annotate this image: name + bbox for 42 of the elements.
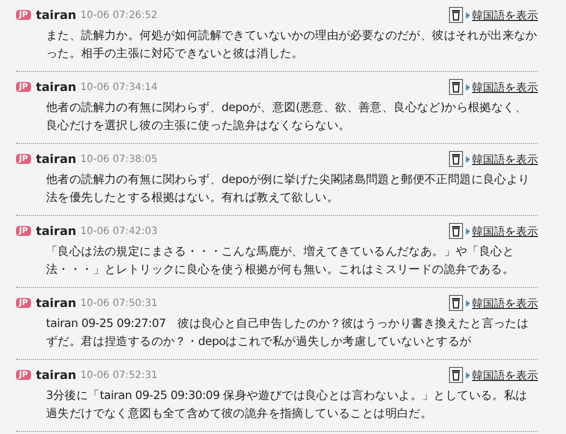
author-name: tairan [36,368,76,382]
arrow-icon [466,228,470,234]
trash-icon[interactable] [449,79,463,95]
language-badge: JP [16,298,31,308]
comment-text: 「良心は法の規定にまさる・・・こんな馬鹿が、増えてきているんだなあ。」や「良心と法・・・」とレトリックに良心を使う根拠が何も無い。これはミスリードの詭弁である。 [46,243,516,278]
author-name: tairan [36,80,76,94]
trash-icon[interactable] [449,295,463,311]
arrow-icon [466,12,470,18]
show-korean-link[interactable]: 韓国語を表示 [472,368,538,382]
timestamp: 10-06 07:34:14 [80,82,158,92]
arrow-icon [466,372,470,378]
timestamp: 10-06 07:38:05 [80,154,158,164]
timestamp: 10-06 07:26:52 [80,10,158,20]
arrow-icon [466,156,470,162]
timestamp: 10-06 07:52:31 [80,370,158,380]
arrow-icon [466,300,470,306]
arrow-icon [466,84,470,90]
comment-text: 3分後に「tairan 09-25 09:30:09 保身や遊びでは良心とは言わないよ。」としている。私は過失だけでなく意図も全て含めて彼の詭弁を指摘していることは明白だ。 [46,387,528,422]
timestamp: 10-06 07:50:31 [80,298,158,308]
language-badge: JP [16,10,31,20]
comment-text: 他者の読解力の有無に関わらず、depoが、意図(悪意、欲、善意、良心など)から根拠なく、良心だけを選択し彼の主張に使った詭弁はなくならない。 [46,99,528,134]
comment-text: また、読解力か。何処が如何読解できていないかの理由が必要なのだが、彼はそれが出来なかった。相手の主張に対応できないと彼は消した。 [46,27,538,62]
author-name: tairan [36,296,76,310]
language-badge: JP [16,154,31,164]
trash-icon[interactable] [449,223,463,239]
language-badge: JP [16,82,31,92]
comment-text: 他者の読解力の有無に関わらず、depoが例に挙げた尖閣諸島問題と郵便不正問題に良心より法を優先したとする根拠はない。有れば教えて欲しい。 [46,171,531,206]
trash-icon[interactable] [449,7,463,23]
show-korean-link[interactable]: 韓国語を表示 [472,296,538,310]
show-korean-link[interactable]: 韓国語を表示 [472,80,538,94]
author-name: tairan [36,8,76,22]
comment-text: tairan 09-25 09:27:07 彼は良心と自己申告したのか？彼はうっかり書き換えたと言ったはずだ。君は捏造するのか？・depoはこれで私が過失しか考慮していないとするが [46,315,530,350]
trash-icon[interactable] [449,151,463,167]
timestamp: 10-06 07:42:03 [80,226,158,236]
language-badge: JP [16,226,31,236]
author-name: tairan [36,152,76,166]
show-korean-link[interactable]: 韓国語を表示 [472,224,538,238]
language-badge: JP [16,370,31,380]
author-name: tairan [36,224,76,238]
trash-icon[interactable] [449,367,463,383]
show-korean-link[interactable]: 韓国語を表示 [472,152,538,166]
show-korean-link[interactable]: 韓国語を表示 [472,8,538,22]
